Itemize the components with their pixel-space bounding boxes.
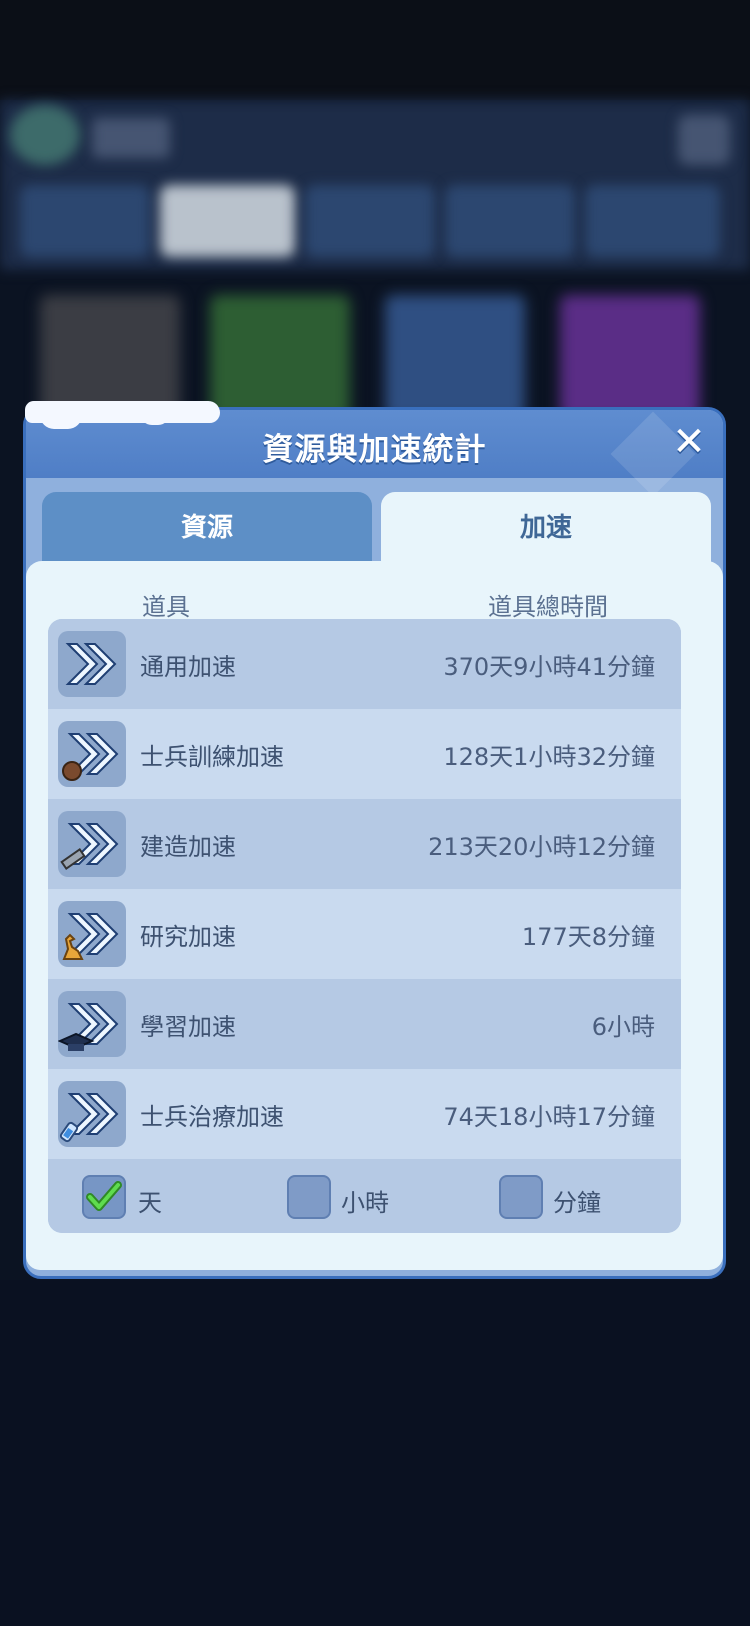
row-time: 74天18小時17分鐘 xyxy=(443,1103,655,1131)
row-time: 177天8分鐘 xyxy=(521,923,655,951)
healing-speedup-icon xyxy=(58,1081,126,1147)
background-title xyxy=(92,118,170,158)
row-label: 士兵訓練加速 xyxy=(140,743,284,771)
row-label: 通用加速 xyxy=(140,653,236,681)
checkmark-icon xyxy=(86,1181,122,1211)
speedup-panel: 道具 道具總時間 通用加速 370天9小時41分鐘 士兵訓練加速 128天1小時… xyxy=(26,561,723,1270)
construction-speedup-icon xyxy=(58,811,126,877)
learning-speedup-icon xyxy=(58,991,126,1057)
list-item: 建造加速 213天20小時12分鐘 xyxy=(48,799,681,889)
background-tab xyxy=(445,185,575,257)
background-tile xyxy=(385,295,525,420)
background-tile xyxy=(210,295,350,420)
background-tab xyxy=(585,185,720,257)
background-tile xyxy=(560,295,700,420)
background-tab xyxy=(305,185,435,257)
list-item: 通用加速 370天9小時41分鐘 xyxy=(48,619,681,709)
list-item: 學習加速 6小時 xyxy=(48,979,681,1069)
row-label: 建造加速 xyxy=(140,833,236,861)
column-header-items: 道具 xyxy=(142,593,190,621)
background-tab xyxy=(160,185,295,257)
background-avatar xyxy=(10,105,80,165)
general-speedup-icon xyxy=(58,631,126,697)
background-tab xyxy=(20,185,150,257)
list-item: 士兵訓練加速 128天1小時32分鐘 xyxy=(48,709,681,799)
status-bar-area xyxy=(0,0,750,100)
list-item: 研究加速 177天8分鐘 xyxy=(48,889,681,979)
row-time: 6小時 xyxy=(591,1013,655,1041)
speedup-list: 通用加速 370天9小時41分鐘 士兵訓練加速 128天1小時32分鐘 建造加速… xyxy=(48,619,681,1233)
unit-minutes-checkbox[interactable] xyxy=(499,1175,543,1219)
column-header-total-time: 道具總時間 xyxy=(488,593,608,621)
row-time: 128天1小時32分鐘 xyxy=(443,743,655,771)
research-speedup-icon xyxy=(58,901,126,967)
row-time: 370天9小時41分鐘 xyxy=(443,653,655,681)
list-item: 士兵治療加速 74天18小時17分鐘 xyxy=(48,1069,681,1159)
snow-drip xyxy=(40,413,82,429)
unit-selector: 天 小時 分鐘 xyxy=(48,1161,681,1233)
row-label: 學習加速 xyxy=(140,1013,236,1041)
stats-dialog: 資源與加速統計 ✕ 資源 加速 道具 道具總時間 通用加速 370天9小時41分… xyxy=(23,407,726,1279)
background-lower xyxy=(0,1280,750,1626)
unit-days-label: 天 xyxy=(138,1189,162,1217)
training-speedup-icon xyxy=(58,721,126,787)
close-button[interactable]: ✕ xyxy=(667,420,711,464)
row-label: 研究加速 xyxy=(140,923,236,951)
background-home-icon xyxy=(678,115,730,165)
unit-minutes-label: 分鐘 xyxy=(553,1189,601,1217)
unit-days-checkbox[interactable] xyxy=(82,1175,126,1219)
row-label: 士兵治療加速 xyxy=(140,1103,284,1131)
unit-hours-label: 小時 xyxy=(341,1189,389,1217)
unit-hours-checkbox[interactable] xyxy=(287,1175,331,1219)
dialog-title: 資源與加速統計 xyxy=(262,432,487,468)
row-time: 213天20小時12分鐘 xyxy=(428,833,655,861)
